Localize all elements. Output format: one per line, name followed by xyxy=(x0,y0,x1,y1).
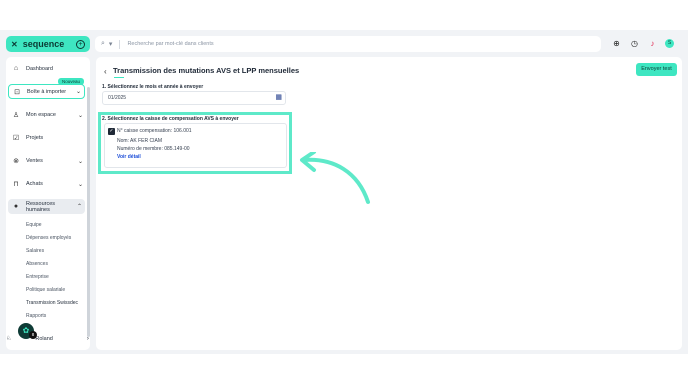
title-underline xyxy=(114,77,124,78)
chevron-down-icon: ⌄ xyxy=(75,89,81,95)
people-icon: ● xyxy=(13,203,19,210)
user-menu[interactable]: ♘ ✿ 8 Roland › xyxy=(6,323,89,342)
app: ✕ sequence + ⌕ ▾ Recherche par mot-clé d… xyxy=(0,30,688,354)
top-icons: ⊕ ◷ ♪ S xyxy=(611,38,674,49)
sidebar-scrollbar[interactable] xyxy=(87,87,90,337)
add-circle-icon[interactable]: ⊕ xyxy=(611,38,622,49)
brand-name: sequence xyxy=(22,39,65,49)
search-bar[interactable]: ⌕ ▾ Recherche par mot-clé dans clients xyxy=(95,36,601,52)
checkbox-icon: ☑ xyxy=(12,135,20,142)
bag-icon: ⊓ xyxy=(13,181,19,188)
compensation-number: N° caisse compensation: 106.001 xyxy=(117,128,192,134)
home-icon: ⌂ xyxy=(13,65,19,72)
view-detail-link[interactable]: Voir détail xyxy=(117,154,141,160)
chevron-down-icon: ⌄ xyxy=(77,112,83,119)
sidebar-subitem[interactable]: Entreprise xyxy=(26,274,49,280)
sidebar-item-label: Projets xyxy=(26,135,44,141)
divider xyxy=(119,39,121,49)
logo[interactable]: ✕ sequence + xyxy=(6,36,90,52)
sidebar-subitem[interactable]: Salaires xyxy=(26,248,44,254)
lock-icon: ♘ xyxy=(6,336,12,342)
page-title: Transmission des mutations AVS et LPP me… xyxy=(113,66,300,75)
avatar[interactable]: S xyxy=(665,39,674,48)
logo-mark-icon: ✕ xyxy=(11,39,18,49)
main-panel: ‹ Transmission des mutations AVS et LPP … xyxy=(96,57,682,350)
member-number: Numéro de membre: 085.149-00 xyxy=(117,146,190,152)
sidebar-item-label: Ressources humaines xyxy=(26,200,56,213)
sidebar-item-dashboard[interactable]: ⌂ Dashboard xyxy=(6,65,86,72)
notification-count: 8 xyxy=(29,331,37,339)
fund-name: Nom: AK FER CIAM xyxy=(117,138,163,144)
search-icon: ⌕ xyxy=(101,40,105,47)
chevron-down-icon: ⌄ xyxy=(77,158,83,165)
sidebar-item-label: Boîte à importer xyxy=(27,88,67,95)
sidebar-subitem-swissdec[interactable]: Transmission Swissdec xyxy=(26,300,78,306)
bell-icon[interactable]: ♪ xyxy=(647,38,658,49)
back-arrow-icon[interactable]: ‹ xyxy=(104,67,107,76)
sidebar-subitem[interactable]: Equipe xyxy=(26,222,42,228)
inbox-icon: ⊡ xyxy=(14,88,20,96)
sidebar-item-label: Achats xyxy=(26,181,43,187)
sidebar-item-label: Mon espace xyxy=(26,112,56,118)
send-test-button[interactable]: Envoyer test xyxy=(636,63,677,76)
sidebar-item-sales[interactable]: ⊗ Ventes ⌄ xyxy=(6,157,86,165)
sidebar-subitem[interactable]: Politique salariale xyxy=(26,287,65,293)
sidebar-item-label: Ventes xyxy=(26,158,43,164)
step1-label: 1. Sélectionnez le mois et année à envoy… xyxy=(102,84,204,90)
sidebar-item-hr[interactable]: ● Ressources humaines ⌃ xyxy=(8,199,85,214)
user-name: Roland xyxy=(35,335,53,342)
month-year-input[interactable]: 01/2025 ▦ xyxy=(102,91,286,105)
month-value: 01/2025 xyxy=(108,95,127,101)
sidebar-item-label: Dashboard xyxy=(26,65,53,72)
sidebar-item-projects[interactable]: ☑ Projets xyxy=(6,134,86,142)
tag-icon: ⊗ xyxy=(13,158,19,165)
user-icon: ♙ xyxy=(12,112,20,119)
sidebar-subitem[interactable]: Absences xyxy=(26,261,48,267)
sidebar: ⌂ Dashboard Nouveau ⊡ Boîte à importer ⌄… xyxy=(6,57,90,350)
chevron-down-icon: ⌄ xyxy=(77,181,83,188)
search-input[interactable]: Recherche par mot-clé dans clients xyxy=(127,41,213,47)
sidebar-item-inbox[interactable]: ⊡ Boîte à importer ⌄ xyxy=(8,84,85,99)
sidebar-subitem[interactable]: Dépenses employés xyxy=(26,235,71,241)
fund-checkbox[interactable]: ✓ xyxy=(108,128,115,135)
chevron-right-icon: › xyxy=(86,335,89,342)
calendar-icon[interactable]: ▦ xyxy=(275,94,282,102)
chevron-up-icon: ⌃ xyxy=(76,204,82,210)
sidebar-item-purchases[interactable]: ⊓ Achats ⌄ xyxy=(6,180,86,188)
annotation-arrow-icon xyxy=(300,152,370,204)
chevron-down-icon[interactable]: ▾ xyxy=(109,40,113,48)
sidebar-item-my-space[interactable]: ♙ Mon espace ⌄ xyxy=(6,111,86,119)
add-icon[interactable]: + xyxy=(76,39,85,49)
sidebar-subitem[interactable]: Rapports xyxy=(26,313,46,319)
clock-icon[interactable]: ◷ xyxy=(629,38,640,49)
